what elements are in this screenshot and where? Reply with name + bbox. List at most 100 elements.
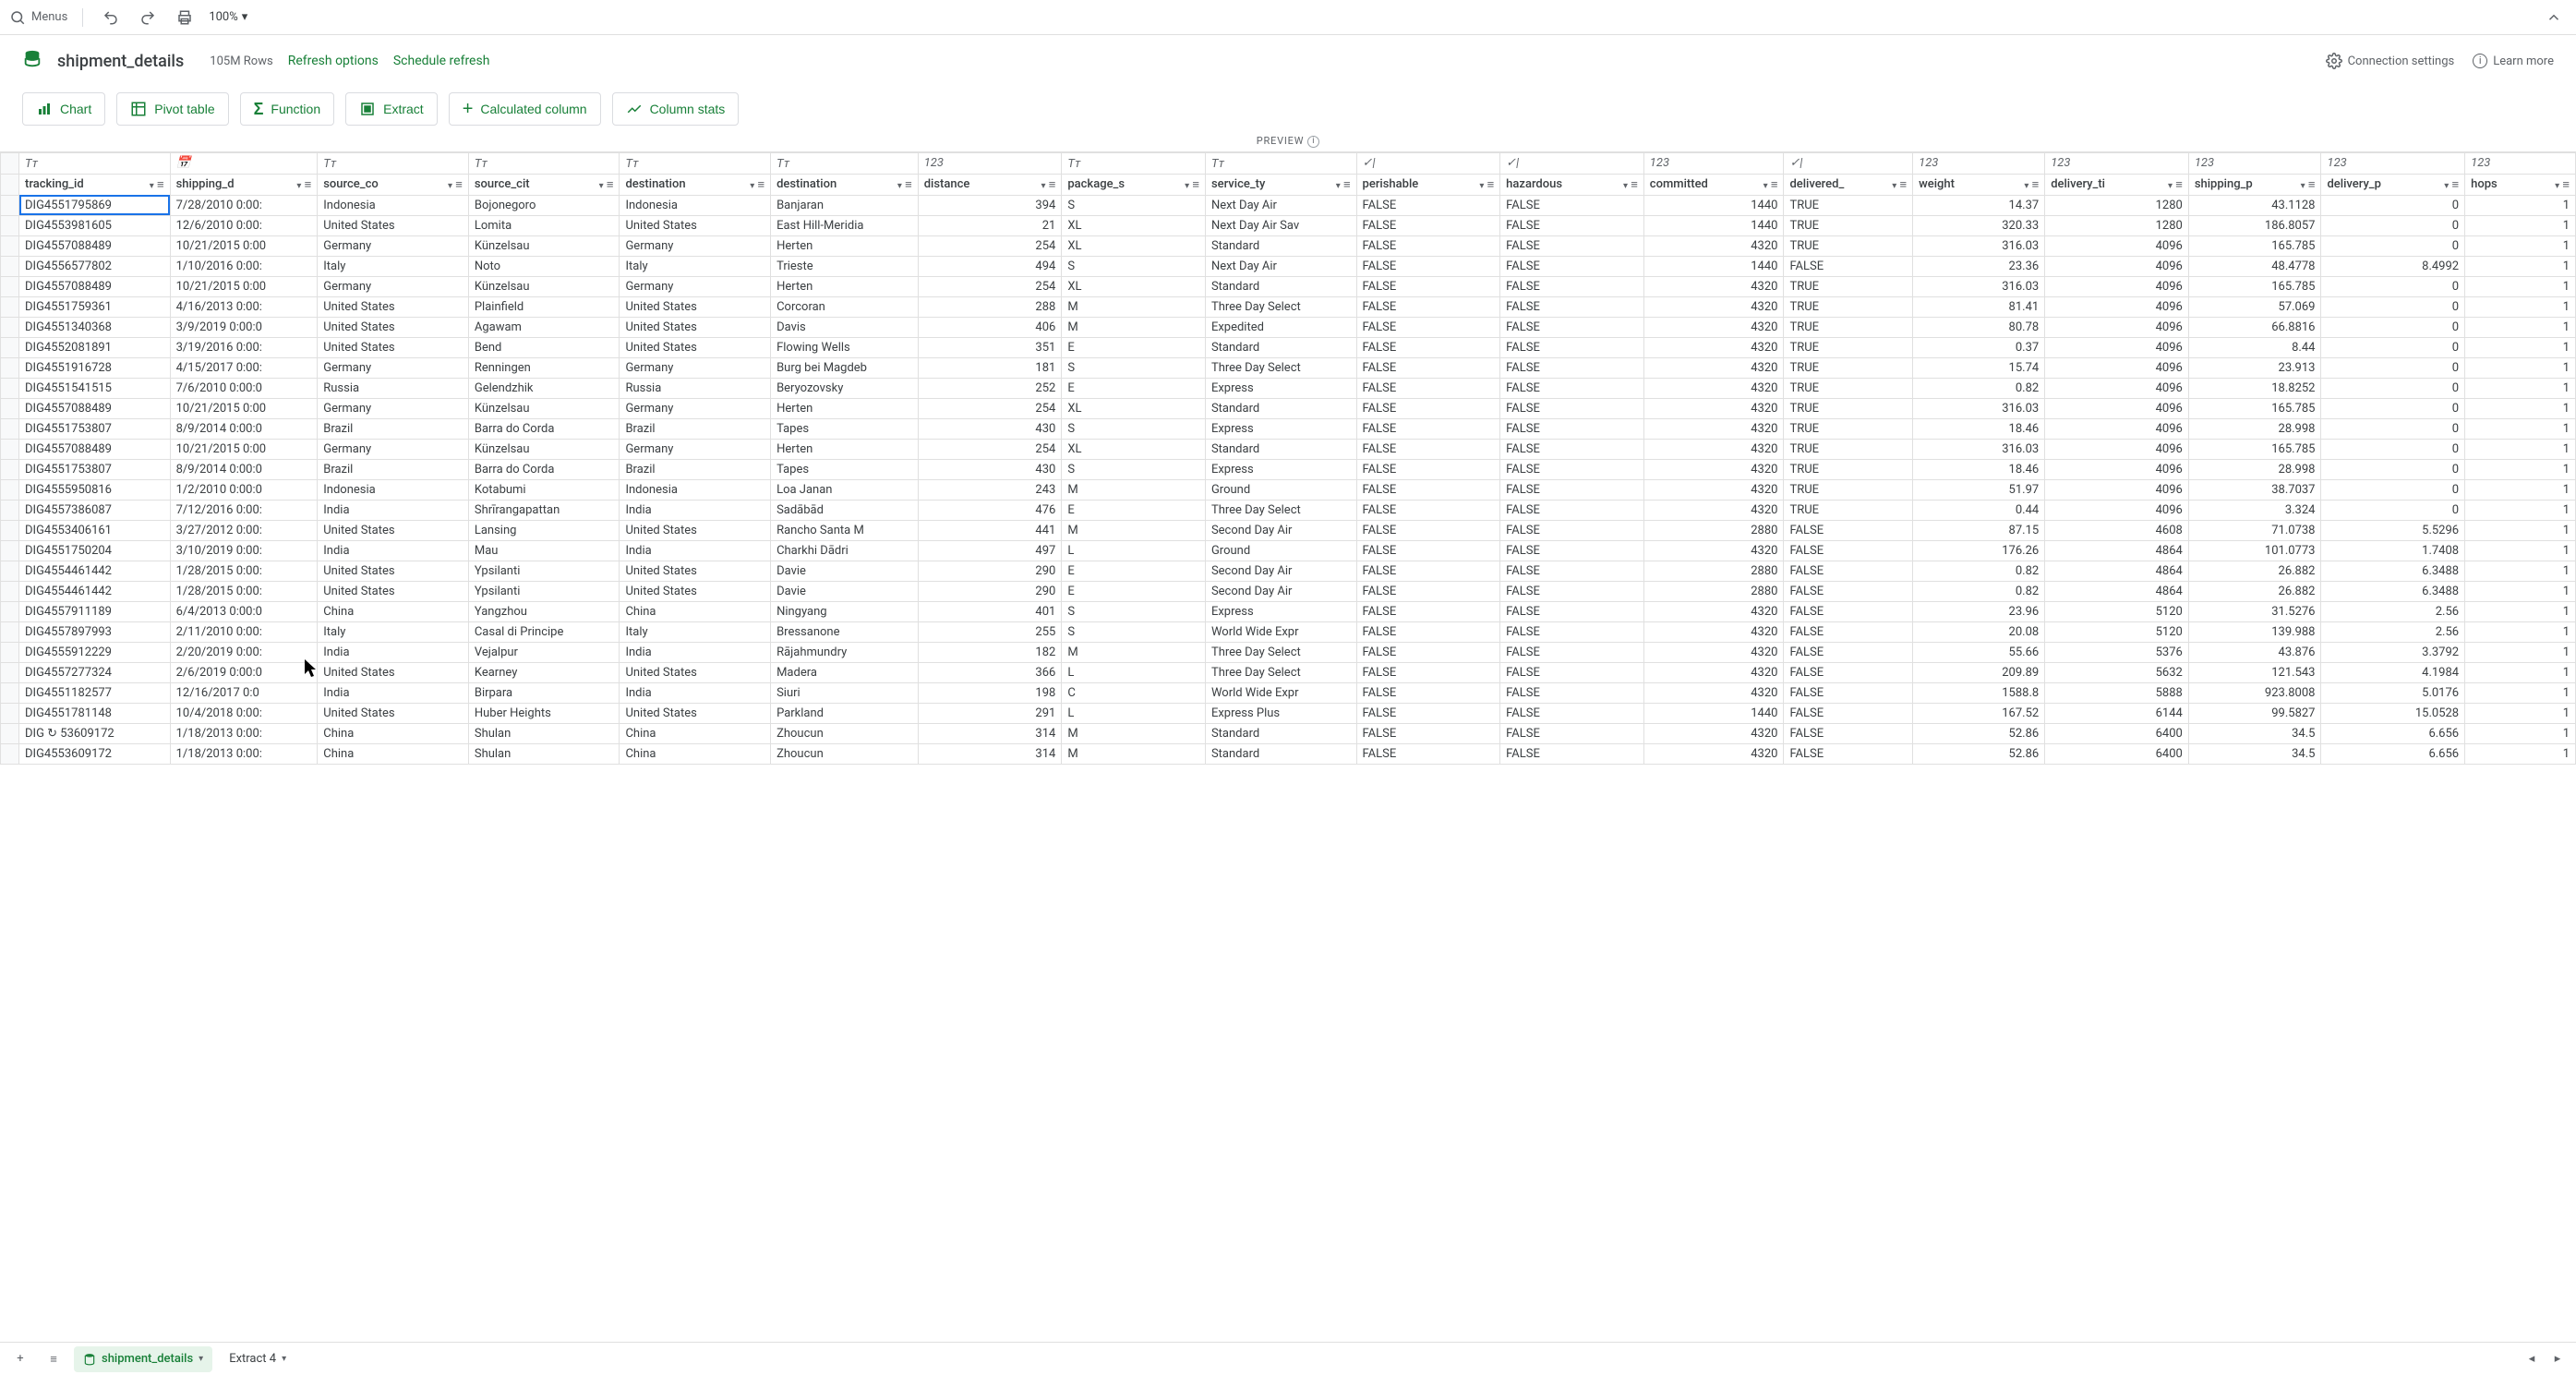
cell[interactable]: 4864 (2045, 540, 2189, 561)
cell[interactable]: Germany (620, 439, 771, 459)
cell[interactable]: United States (620, 581, 771, 601)
cell[interactable]: Burg bei Magdeb (771, 357, 919, 378)
cell[interactable]: FALSE (1356, 296, 1500, 317)
cell[interactable]: India (620, 642, 771, 662)
cell[interactable]: 1 (2465, 642, 2576, 662)
cell[interactable]: DIG4551753807 (19, 418, 171, 439)
cell[interactable]: TRUE (1784, 378, 1913, 398)
table-row[interactable]: DIG45565778021/10/2016 0:00:ItalyNotoIta… (1, 256, 2576, 276)
cell[interactable]: India (620, 500, 771, 520)
cell[interactable]: United States (620, 296, 771, 317)
cell[interactable]: FALSE (1500, 398, 1644, 418)
cell[interactable]: 394 (918, 195, 1062, 215)
cell[interactable]: 4/15/2017 0:00: (170, 357, 318, 378)
cell[interactable]: 4096 (2045, 337, 2189, 357)
cell[interactable]: L (1062, 662, 1206, 682)
cell[interactable]: FALSE (1500, 479, 1644, 500)
column-header-distance[interactable]: distance▾ ≡ (918, 174, 1062, 195)
cell[interactable]: Charkhi Dādri (771, 540, 919, 561)
cell[interactable]: 8/9/2014 0:00:0 (170, 459, 318, 479)
row-header[interactable] (1, 561, 19, 581)
cell[interactable]: 23.36 (1913, 256, 2045, 276)
cell[interactable]: 28.998 (2188, 459, 2321, 479)
cell[interactable]: 316.03 (1913, 439, 2045, 459)
cell[interactable]: 254 (918, 439, 1062, 459)
cell[interactable]: 12/6/2010 0:00: (170, 215, 318, 235)
column-type-cell[interactable]: Tᴛ (318, 152, 469, 174)
column-type-cell[interactable]: 📅 (170, 152, 318, 174)
cell[interactable]: 0.37 (1913, 337, 2045, 357)
cell[interactable]: FALSE (1500, 276, 1644, 296)
cell[interactable]: 4320 (1643, 418, 1784, 439)
cell[interactable]: 43.876 (2188, 642, 2321, 662)
cell[interactable]: 4096 (2045, 357, 2189, 378)
column-header-service_ty[interactable]: service_ty▾ ≡ (1205, 174, 1356, 195)
table-row[interactable]: DIG45517502043/10/2019 0:00:IndiaMauIndi… (1, 540, 2576, 561)
cell[interactable]: 1/2/2010 0:00:0 (170, 479, 318, 500)
cell[interactable]: Express (1205, 601, 1356, 621)
cell[interactable]: DIG4554461442 (19, 581, 171, 601)
cell[interactable]: United States (318, 703, 469, 723)
cell[interactable]: 167.52 (1913, 703, 2045, 723)
column-header-source_co[interactable]: source_co▾ ≡ (318, 174, 469, 195)
cell[interactable]: 0 (2321, 418, 2465, 439)
column-header-package_s[interactable]: package_s▾ ≡ (1062, 174, 1206, 195)
cell[interactable]: 1588.8 (1913, 682, 2045, 703)
cell[interactable]: United States (620, 520, 771, 540)
cell[interactable]: 1 (2465, 561, 2576, 581)
cell[interactable]: 366 (918, 662, 1062, 682)
cell[interactable]: 5632 (2045, 662, 2189, 682)
cell[interactable]: Brazil (620, 418, 771, 439)
cell[interactable]: 4320 (1643, 337, 1784, 357)
table-row[interactable]: DIG ↻ 536091721/18/2013 0:00:ChinaShulan… (1, 723, 2576, 743)
cell[interactable]: 1 (2465, 581, 2576, 601)
table-row[interactable]: DIG45544614421/28/2015 0:00:United State… (1, 561, 2576, 581)
cell[interactable]: Standard (1205, 398, 1356, 418)
cell[interactable]: XL (1062, 398, 1206, 418)
cell[interactable]: FALSE (1356, 743, 1500, 764)
cell[interactable]: FALSE (1500, 581, 1644, 601)
table-row[interactable]: DIG45544614421/28/2015 0:00:United State… (1, 581, 2576, 601)
column-header-tracking_id[interactable]: tracking_id▾ ≡ (19, 174, 171, 195)
column-type-cell[interactable]: Tᴛ (771, 152, 919, 174)
cell[interactable]: 290 (918, 561, 1062, 581)
cell[interactable]: FALSE (1500, 642, 1644, 662)
column-type-cell[interactable]: Tᴛ (19, 152, 171, 174)
cell[interactable]: 0 (2321, 337, 2465, 357)
cell[interactable]: 290 (918, 581, 1062, 601)
cell[interactable]: 5376 (2045, 642, 2189, 662)
table-row[interactable]: DIG45519167284/15/2017 0:00:GermanyRenni… (1, 357, 2576, 378)
cell[interactable]: FALSE (1784, 520, 1913, 540)
redo-button[interactable] (135, 5, 161, 30)
cell[interactable]: XL (1062, 439, 1206, 459)
cell[interactable]: 320.33 (1913, 215, 2045, 235)
cell[interactable]: 2880 (1643, 520, 1784, 540)
cell[interactable]: FALSE (1500, 662, 1644, 682)
cell[interactable]: Standard (1205, 723, 1356, 743)
cell[interactable]: Herten (771, 235, 919, 256)
cell[interactable]: Sadābād (771, 500, 919, 520)
cell[interactable]: 10/21/2015 0:00 (170, 235, 318, 256)
cell[interactable]: China (620, 743, 771, 764)
cell[interactable]: India (318, 642, 469, 662)
cell[interactable]: FALSE (1356, 276, 1500, 296)
cell[interactable]: XL (1062, 215, 1206, 235)
tab-nav-left[interactable]: ◂ (2521, 1348, 2543, 1370)
undo-button[interactable] (98, 5, 124, 30)
cell[interactable]: 5.0176 (2321, 682, 2465, 703)
cell[interactable]: Banjaran (771, 195, 919, 215)
cell[interactable]: 243 (918, 479, 1062, 500)
cell[interactable]: 1 (2465, 459, 2576, 479)
cell[interactable]: 314 (918, 743, 1062, 764)
cell[interactable]: 4096 (2045, 317, 2189, 337)
cell[interactable]: 1 (2465, 398, 2576, 418)
cell[interactable]: 494 (918, 256, 1062, 276)
cell[interactable]: 288 (918, 296, 1062, 317)
cell[interactable]: 2.56 (2321, 621, 2465, 642)
cell[interactable]: 1 (2465, 682, 2576, 703)
cell[interactable]: Next Day Air (1205, 195, 1356, 215)
cell[interactable]: 43.1128 (2188, 195, 2321, 215)
cell[interactable]: Tapes (771, 418, 919, 439)
cell[interactable]: Kotabumi (468, 479, 620, 500)
cell[interactable]: 1 (2465, 601, 2576, 621)
